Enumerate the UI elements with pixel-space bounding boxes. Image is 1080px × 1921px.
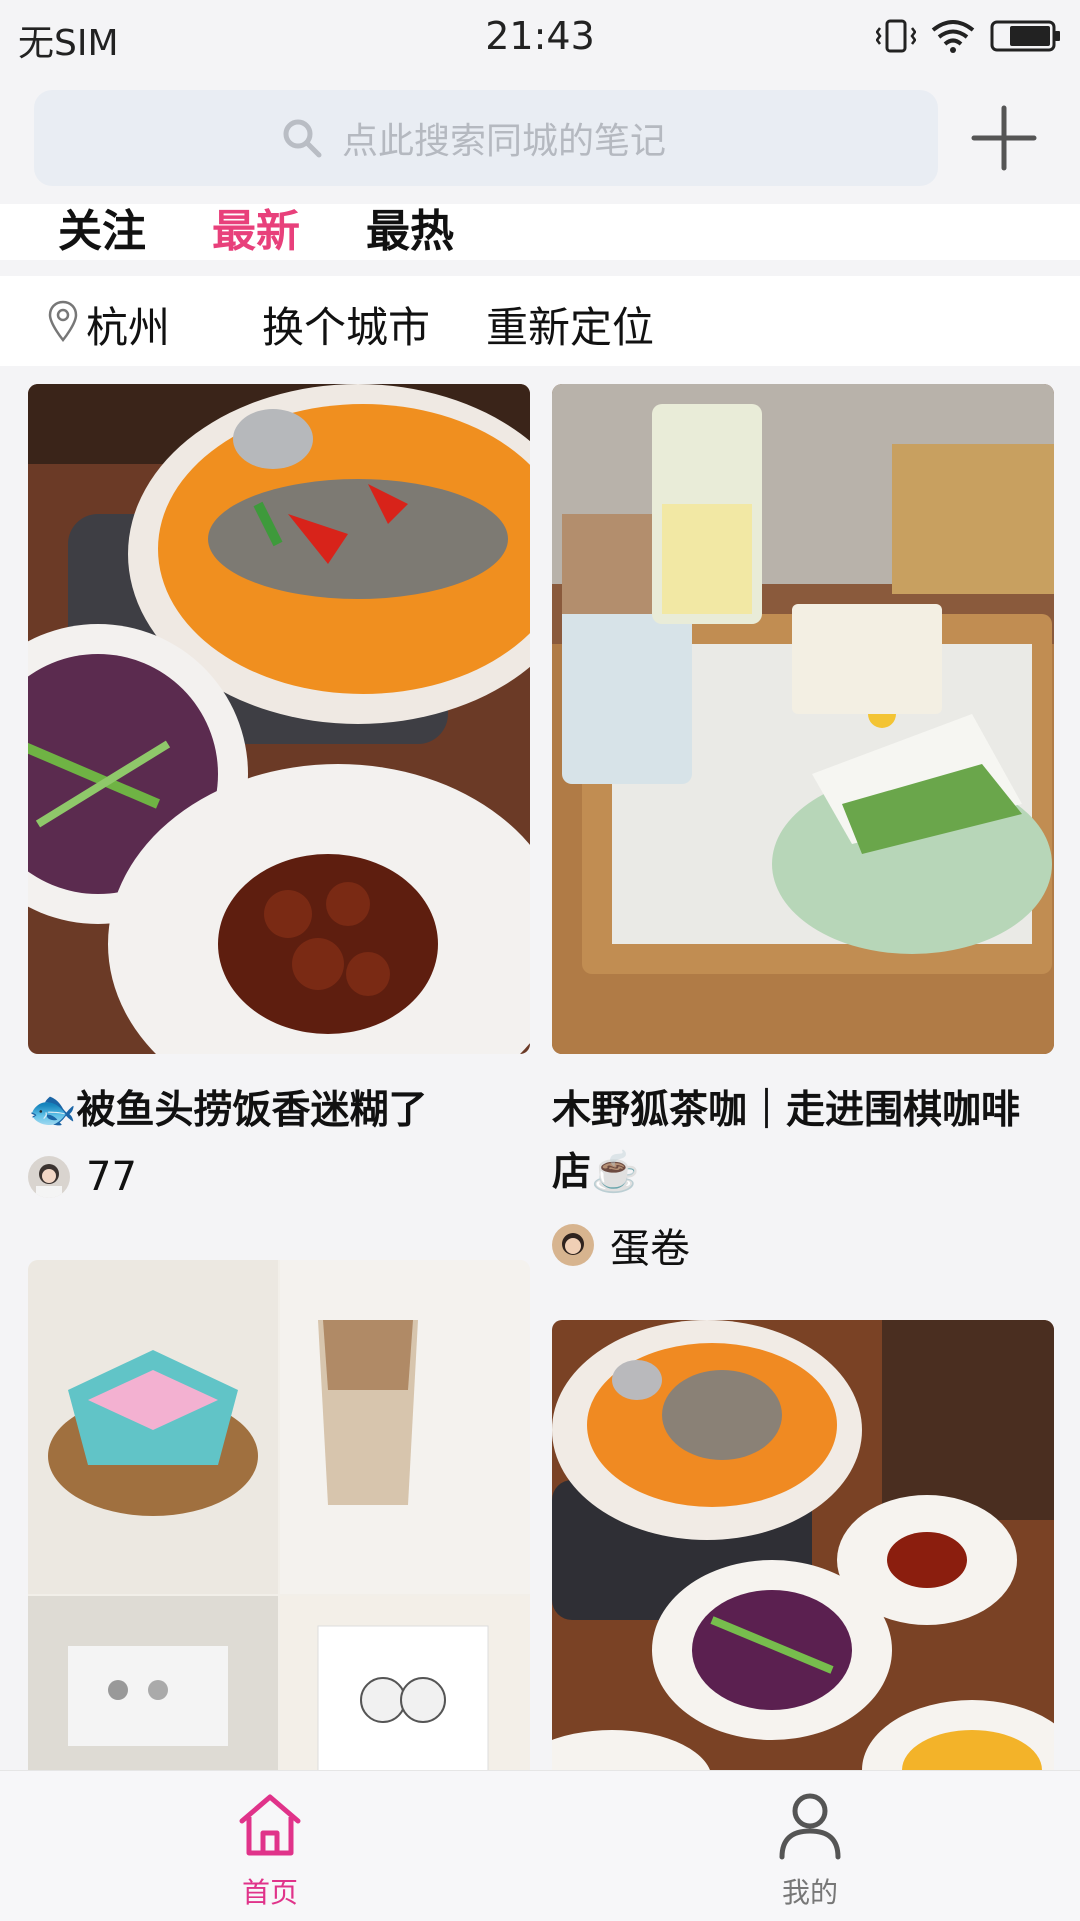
search-header: 点此搜索同城的笔记 xyxy=(0,78,1080,204)
note-card[interactable] xyxy=(28,1260,530,1770)
card-author: 77 xyxy=(28,1154,530,1200)
search-placeholder: 点此搜索同城的笔记 xyxy=(342,121,667,162)
author-name: 77 xyxy=(86,1154,137,1200)
card-image[interactable] xyxy=(28,384,530,1054)
current-city: 杭州 xyxy=(86,303,171,352)
fish-head-table-photo xyxy=(552,1320,1054,1770)
note-card[interactable] xyxy=(552,1320,1054,1770)
relocate-button[interactable]: 重新定位 xyxy=(486,294,654,355)
card-image[interactable] xyxy=(552,1320,1054,1770)
add-note-button[interactable] xyxy=(970,104,1038,172)
cake-coffee-collage-photo xyxy=(28,1260,530,1770)
card-title: 木野狐茶咖｜走进围棋咖啡店☕️ xyxy=(552,1088,1021,1195)
nav-home[interactable]: 首页 xyxy=(170,1789,370,1911)
avatar xyxy=(28,1156,70,1198)
tab-hot[interactable]: 最热 xyxy=(366,204,454,260)
home-icon xyxy=(239,1794,301,1856)
location-pin-icon xyxy=(48,300,78,342)
search-input[interactable]: 点此搜索同城的笔记 xyxy=(34,90,938,186)
notes-feed[interactable]: 🐟被鱼头捞饭香迷糊了 77 木野狐茶咖｜走进围棋咖啡店☕️ 蛋卷 xyxy=(0,366,1080,1770)
avatar xyxy=(552,1224,594,1266)
nav-mine-label: 我的 xyxy=(781,1876,838,1909)
user-icon xyxy=(779,1793,841,1860)
card-author: 蛋卷 xyxy=(552,1216,1054,1274)
card-image[interactable] xyxy=(28,1260,530,1770)
fish-head-dinner-photo xyxy=(28,384,530,1054)
status-bar: 无SIM 21:43 xyxy=(0,0,1080,78)
search-icon xyxy=(283,119,322,158)
iced-latte-matcha-cake-photo xyxy=(552,384,1054,1054)
feed-tabs: 关注 最新 最热 xyxy=(0,204,1080,260)
status-icons xyxy=(876,18,1062,54)
tab-latest[interactable]: 最新 xyxy=(212,204,300,260)
vibrate-icon xyxy=(876,19,916,53)
wifi-icon xyxy=(931,20,975,53)
nav-home-label: 首页 xyxy=(241,1876,298,1909)
battery-icon xyxy=(990,20,1060,52)
change-city-button[interactable]: 换个城市 xyxy=(262,294,430,355)
card-image[interactable] xyxy=(552,384,1054,1054)
bottom-nav: 首页 我的 xyxy=(0,1770,1080,1921)
nav-mine[interactable]: 我的 xyxy=(710,1789,910,1911)
note-card[interactable]: 🐟被鱼头捞饭香迷糊了 77 xyxy=(28,384,530,1200)
note-card[interactable]: 木野狐茶咖｜走进围棋咖啡店☕️ 蛋卷 xyxy=(552,384,1054,1274)
tab-follow[interactable]: 关注 xyxy=(58,204,146,260)
location-bar: 杭州 换个城市 重新定位 xyxy=(0,276,1080,366)
author-name: 蛋卷 xyxy=(610,1226,690,1272)
card-title: 🐟被鱼头捞饭香迷糊了 xyxy=(28,1088,428,1133)
